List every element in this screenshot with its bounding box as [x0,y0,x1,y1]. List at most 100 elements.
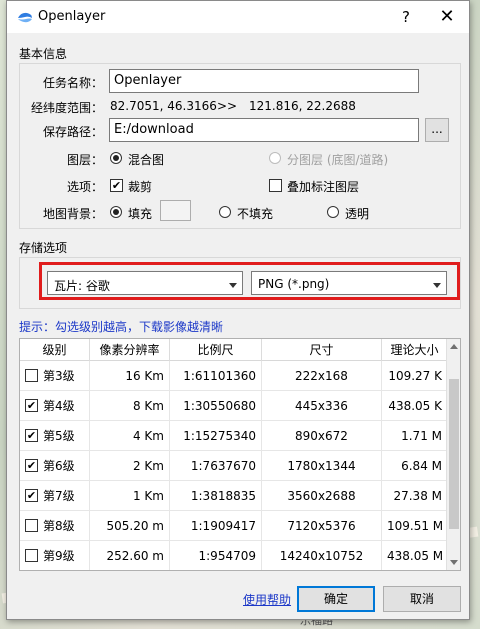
bg-fill-label: 填充 [128,207,153,221]
cell-res: 8 Km [90,391,170,421]
layer-mixed-radio[interactable] [110,152,122,164]
table-row[interactable]: ✔ 第6级 2 Km 1:7637670 1780x1344 6.84 M [20,451,460,481]
level-label: 第5级 [43,429,75,443]
close-icon: ✕ [439,6,455,27]
browse-button[interactable]: ... [425,118,449,142]
cell-scale: 1:15275340 [170,421,262,451]
layer-mixed-label: 混合图 [128,153,165,167]
level-checkbox[interactable]: ✔ [25,459,38,472]
cell-level: ✔ 第4级 [20,391,90,421]
level-checkbox[interactable]: ✔ [25,429,38,442]
fill-color-picker[interactable] [160,200,191,221]
cell-est: 1.71 M [382,421,448,451]
cell-level: ✔ 第6级 [20,451,90,481]
scroll-up-icon[interactable] [447,339,460,353]
level-label: 第9级 [43,549,75,563]
level-checkbox[interactable] [25,549,38,562]
cell-scale: 1:61101360 [170,361,262,391]
layer-split-radio[interactable] [269,152,281,164]
range-end: 121.816, 22.2688 [249,99,356,113]
cell-est: 438.05 K [382,391,448,421]
level-table: 级别 像素分辨率 比例尺 尺寸 理论大小 第3级 16 Km 1:61101360 2… [19,338,461,571]
app-logo-icon [18,12,32,23]
cell-size: 3560x2688 [262,481,382,511]
cell-est: 109.51 M [382,511,448,541]
level-checkbox[interactable]: ✔ [25,399,38,412]
table-row[interactable]: 第9级 252.60 m 1:954709 14240x10752 438.05 M [20,541,460,570]
level-label: 第8级 [43,519,75,533]
bg-nofill-radio[interactable] [219,206,231,218]
col-size[interactable]: 尺寸 [262,339,382,361]
layer-label: 图层： [67,153,104,167]
cell-est: 109.27 K [382,361,448,391]
table-row[interactable]: ✔ 第4级 8 Km 1:30550680 445x336 438.05 K [20,391,460,421]
cell-scale: 1:3818835 [170,481,262,511]
bg-nofill-label: 不填充 [237,207,274,221]
level-label: 第4级 [43,399,75,413]
format-value: PNG (*.png) [258,277,330,291]
layer-split-label: 分图层 (底图/道路) [287,153,389,167]
cell-size: 890x672 [262,421,382,451]
format-select[interactable]: PNG (*.png) [251,271,447,295]
col-scale[interactable]: 比例尺 [170,339,262,361]
col-est-size[interactable]: 理论大小 [382,339,448,361]
cell-level: 第8级 [20,511,90,541]
help-link[interactable]: 使用帮助 [243,591,291,608]
scroll-down-icon[interactable] [447,556,460,570]
scroll-thumb[interactable] [449,379,459,529]
level-checkbox[interactable] [25,369,38,382]
storage-heading: 存储选项 [19,241,68,255]
table-row[interactable]: ✔ 第5级 4 Km 1:15275340 890x672 1.71 M [20,421,460,451]
table-header: 级别 像素分辨率 比例尺 尺寸 理论大小 [20,339,460,361]
cell-res: 16 Km [90,361,170,391]
range-start: 82.7051, 46.3166 [110,99,217,113]
save-path-label: 保存路径： [43,125,104,139]
cancel-button[interactable]: 取消 [383,586,461,612]
cell-size: 1780x1344 [262,451,382,481]
table-scrollbar[interactable] [446,339,460,570]
cell-level: 第3级 [20,361,90,391]
cell-scale: 1:1909417 [170,511,262,541]
cell-est: 27.38 M [382,481,448,511]
map-bg-label: 地图背景： [43,207,104,221]
save-path-input[interactable]: E:/download [109,118,419,142]
cell-size: 14240x10752 [262,541,382,570]
help-button[interactable]: ? [395,5,417,29]
level-checkbox[interactable] [25,519,38,532]
options-label: 选项： [67,180,104,194]
bg-transparent-label: 透明 [345,207,370,221]
cell-est: 6.84 M [382,451,448,481]
overlay-label-text: 叠加标注图层 [287,180,360,194]
range-label: 经纬度范围： [31,101,104,115]
range-separator: >> [217,99,238,113]
basic-info-heading: 基本信息 [19,47,68,61]
overlay-label-checkbox[interactable] [269,179,282,192]
level-label: 第7级 [43,489,75,503]
ok-button[interactable]: 确定 [297,586,375,612]
cell-size: 445x336 [262,391,382,421]
col-resolution[interactable]: 像素分辨率 [90,339,170,361]
cell-level: 第9级 [20,541,90,570]
table-row[interactable]: 第3级 16 Km 1:61101360 222x168 109.27 K [20,361,460,391]
table-row[interactable]: ✔ 第7级 1 Km 1:3818835 3560x2688 27.38 M [20,481,460,511]
crop-checkbox[interactable]: ✔ [110,179,123,192]
cell-scale: 1:7637670 [170,451,262,481]
cell-res: 252.60 m [90,541,170,570]
bg-fill-radio[interactable] [110,206,122,218]
tile-source-select[interactable]: 瓦片: 谷歌 [47,271,243,295]
download-dialog: Openlayer ? ✕ 基本信息 任务名称： Openlayer 经纬度范围… [6,0,470,620]
bg-transparent-radio[interactable] [327,206,339,218]
cell-res: 1 Km [90,481,170,511]
tile-source-value: 瓦片: 谷歌 [54,279,110,293]
col-level[interactable]: 级别 [20,339,90,361]
cell-res: 2 Km [90,451,170,481]
task-name-label: 任务名称： [43,76,104,90]
cell-res: 4 Km [90,421,170,451]
close-button[interactable]: ✕ [435,5,459,29]
title-bar: Openlayer ? ✕ [7,1,469,33]
task-name-input[interactable]: Openlayer [109,69,419,93]
table-row[interactable]: 第8级 505.20 m 1:1909417 7120x5376 109.51 M [20,511,460,541]
level-label: 第6级 [43,459,75,473]
resolution-tip: 提示：勾选级别越高，下载影像越清晰 [19,320,224,334]
level-checkbox[interactable]: ✔ [25,489,38,502]
